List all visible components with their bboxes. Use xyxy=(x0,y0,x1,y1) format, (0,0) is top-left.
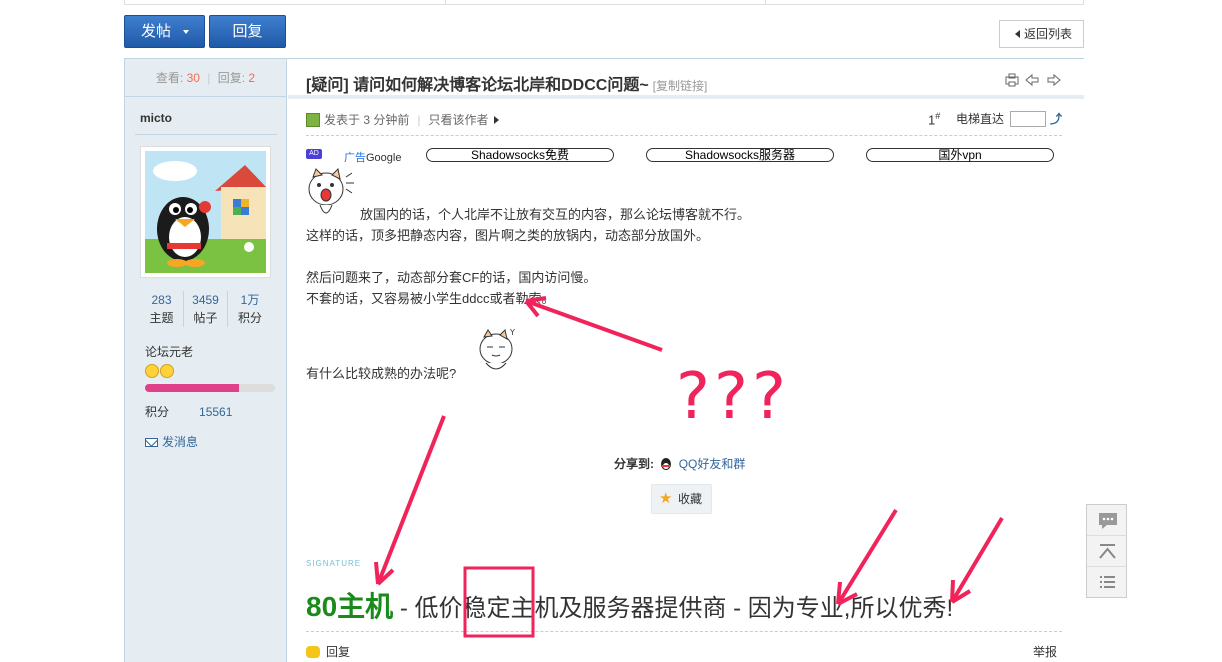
back-to-list-button[interactable]: 返回列表 xyxy=(999,20,1084,48)
ad-link-3[interactable]: 国外vpn xyxy=(866,148,1054,162)
arrow-right-icon xyxy=(494,116,500,124)
paragraph: 这样的话，顶多把静态内容，图片啊之类的放锅内，动态部分放国外。 xyxy=(306,228,710,243)
back-to-list-tool[interactable] xyxy=(1087,567,1126,598)
paragraph: 不套的话，又容易被小学生ddcc或者勒索。 xyxy=(306,291,555,306)
back-arrow-icon xyxy=(1015,30,1020,38)
share-row: 分享到: QQ好友和群 xyxy=(614,455,745,472)
share-label: 分享到: xyxy=(614,457,654,471)
rank-icons xyxy=(145,364,175,381)
caret-down-icon xyxy=(183,30,189,34)
post-reply-label: 回复 xyxy=(326,645,351,659)
print-icon[interactable] xyxy=(1005,73,1019,87)
prev-thread-icon[interactable] xyxy=(1025,73,1039,87)
replies-count: 2 xyxy=(248,71,256,85)
stat-threads[interactable]: 283 主题 xyxy=(140,291,184,327)
stat-credits[interactable]: 1万 积分 xyxy=(228,291,272,327)
replies-label: 回复: xyxy=(217,71,246,85)
thread-title: [疑问] 请问如何解决博客论坛北岸和DDCC问题~ xyxy=(306,77,649,94)
reply-bubble-icon xyxy=(306,646,320,658)
floor-number[interactable]: 1# xyxy=(928,111,940,127)
stat-posts[interactable]: 3459 帖子 xyxy=(184,291,228,327)
quick-reply-tool[interactable] xyxy=(1087,505,1126,536)
star-icon: ★ xyxy=(659,490,673,507)
annotation-question-marks: ??? xyxy=(676,360,790,434)
send-message-link[interactable]: 发消息 xyxy=(145,433,198,450)
post-box: 查看: 30 | 回复: 2 micto 283 主题 3459 帖子 1万 积… xyxy=(124,58,1084,662)
copy-link[interactable]: [复制链接] xyxy=(653,79,708,93)
only-author-link[interactable]: 只看该作者 xyxy=(428,113,488,127)
online-user-icon xyxy=(306,113,320,127)
ad-label[interactable]: 广告Google xyxy=(344,149,401,165)
views-label: 查看: xyxy=(155,71,184,85)
paragraph: 然后问题来了，动态部分套CF的话，国内访问慢。 xyxy=(306,270,597,285)
back-to-list-label: 返回列表 xyxy=(1024,27,1073,41)
avatar[interactable] xyxy=(140,146,271,278)
post-time: 发表于 3 分钟前 xyxy=(324,113,410,127)
paragraph xyxy=(306,246,750,267)
post-reply-link[interactable]: 回复 xyxy=(306,643,350,660)
ad-link-1[interactable]: Shadowsocks免费 xyxy=(426,148,614,162)
floating-tools xyxy=(1086,504,1127,598)
post-meta: 发表于 3 分钟前 | 只看该作者 xyxy=(306,111,500,128)
post-question: 有什么比较成熟的办法呢? xyxy=(306,366,457,381)
floor-jump-label: 电梯直达 xyxy=(956,112,1005,126)
list-icon xyxy=(1100,576,1115,588)
author-name[interactable]: micto xyxy=(140,111,172,125)
author-sidebar: 查看: 30 | 回复: 2 micto 283 主题 3459 帖子 1万 积… xyxy=(125,59,287,662)
qq-icon[interactable] xyxy=(659,457,673,471)
ad-badge[interactable]: AD xyxy=(306,149,322,159)
reply-button[interactable]: 回复 xyxy=(209,15,286,48)
report-link[interactable]: 举报 xyxy=(1033,643,1057,660)
signature[interactable]: 80主机 - 低价稳定主机及服务器提供商 - 因为专业,所以优秀! xyxy=(306,585,953,625)
envelope-icon xyxy=(145,438,158,447)
favorite-button[interactable]: ★ 收藏 xyxy=(651,484,712,514)
share-qq-link[interactable]: QQ好友和群 xyxy=(679,457,746,471)
paragraph: 放国内的话，个人北岸不让放有交互的内容，那么论坛博客就不行。 xyxy=(360,207,751,222)
post-body: 放国内的话，个人北岸不让放有交互的内容，那么论坛博客就不行。 这样的话，顶多把静… xyxy=(306,204,750,309)
rank-progress-bar xyxy=(145,384,275,392)
top-strip xyxy=(124,0,1084,5)
signature-text: - 低价稳定主机及服务器提供商 - 因为专业,所以优秀! xyxy=(393,595,954,622)
post-button[interactable]: 发帖 xyxy=(124,15,205,48)
signature-brand: 80主机 xyxy=(306,591,394,622)
user-rank[interactable]: 论坛元老 xyxy=(145,343,193,360)
thread-title-row: [疑问] 请问如何解决博客论坛北岸和DDCC问题~ [复制链接] xyxy=(306,71,707,95)
page: 发帖 回复 返回列表 查看: 30 | 回复: 2 micto 283 主题 3… xyxy=(0,0,1222,662)
next-thread-icon[interactable] xyxy=(1047,73,1061,87)
credit-row: 积分 15561 xyxy=(145,403,232,420)
send-message-label: 发消息 xyxy=(162,435,199,449)
views-count: 30 xyxy=(186,71,200,85)
back-to-top-icon xyxy=(1099,544,1116,559)
author-stats: 283 主题 3459 帖子 1万 积分 xyxy=(140,291,272,327)
smile-icon xyxy=(160,364,174,378)
thread-stats: 查看: 30 | 回复: 2 xyxy=(125,59,286,97)
comment-icon xyxy=(1099,513,1117,529)
back-to-top-tool[interactable] xyxy=(1087,536,1126,567)
signature-label: SIGNATURE xyxy=(306,559,362,568)
favorite-label: 收藏 xyxy=(678,492,703,506)
emoticon-cat-sweat: Y xyxy=(476,327,522,382)
title-tools xyxy=(1004,73,1062,90)
go-icon[interactable]: ⤴ xyxy=(1050,110,1062,127)
credit-value: 15561 xyxy=(199,405,233,419)
floor-jump-input[interactable] xyxy=(1010,111,1047,127)
credit-label: 积分 xyxy=(145,405,170,419)
ad-row: AD 广告Google Shadowsocks免费 Shadowsocks服务器… xyxy=(306,147,1066,165)
smile-icon xyxy=(145,364,159,378)
svg-text:Y: Y xyxy=(509,328,515,337)
ad-link-2[interactable]: Shadowsocks服务器 xyxy=(646,148,834,162)
post-button-label: 发帖 xyxy=(141,23,172,40)
floor-jump: 电梯直达 ⤴ xyxy=(956,110,1062,127)
